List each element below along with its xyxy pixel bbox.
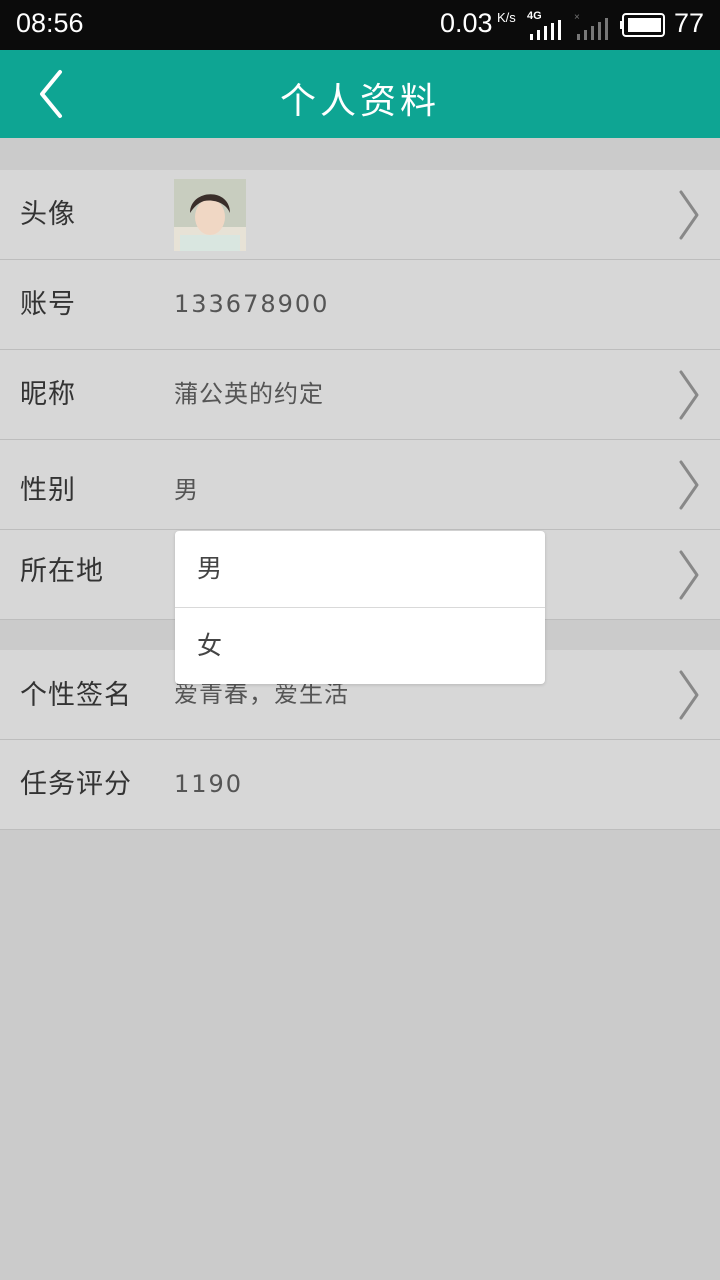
app-bar: 个人资料	[0, 50, 720, 138]
avatar-label: 头像	[20, 199, 76, 230]
chevron-right-icon	[679, 190, 699, 240]
nickname-label: 昵称	[20, 379, 76, 410]
gender-label: 性别	[20, 475, 76, 506]
svg-text:×: ×	[574, 12, 580, 23]
task-score-value: 1190	[174, 770, 244, 798]
task-score-label: 任务评分	[20, 769, 132, 800]
page-title: 个人资料	[279, 81, 440, 122]
task-score-row: 任务评分 1190	[0, 740, 720, 830]
status-net-speed-unit: K/s	[497, 10, 516, 25]
gender-picker-popup: 男 女	[175, 531, 545, 684]
status-net-speed: 0.03	[440, 8, 493, 38]
nickname-value: 蒲公英的约定	[174, 380, 324, 408]
signature-label: 个性签名	[20, 680, 132, 711]
nickname-row[interactable]: 昵称 蒲公英的约定	[0, 350, 720, 440]
status-battery-level: 77	[674, 8, 705, 38]
chevron-right-icon	[679, 550, 699, 600]
gender-row[interactable]: 性别 男	[0, 440, 720, 530]
status-bar: 08:56 0.03 K/s 4G × 77	[0, 0, 720, 50]
chevron-right-icon	[679, 370, 699, 420]
battery-icon	[620, 13, 665, 37]
signal-icon	[530, 20, 561, 40]
gender-option-female[interactable]: 女	[175, 608, 545, 684]
status-time: 08:56	[16, 8, 84, 38]
signal-off-icon: ×	[574, 12, 608, 40]
account-label: 账号	[20, 289, 76, 320]
avatar	[174, 179, 246, 251]
avatar-image	[174, 179, 246, 251]
account-value: 133678900	[174, 290, 330, 318]
gender-option-male[interactable]: 男	[175, 531, 545, 608]
location-label: 所在地	[20, 556, 104, 587]
gender-value: 男	[174, 476, 199, 504]
avatar-row[interactable]: 头像	[0, 170, 720, 260]
chevron-right-icon	[679, 670, 699, 720]
account-row: 账号 133678900	[0, 260, 720, 350]
chevron-right-icon	[679, 460, 699, 510]
